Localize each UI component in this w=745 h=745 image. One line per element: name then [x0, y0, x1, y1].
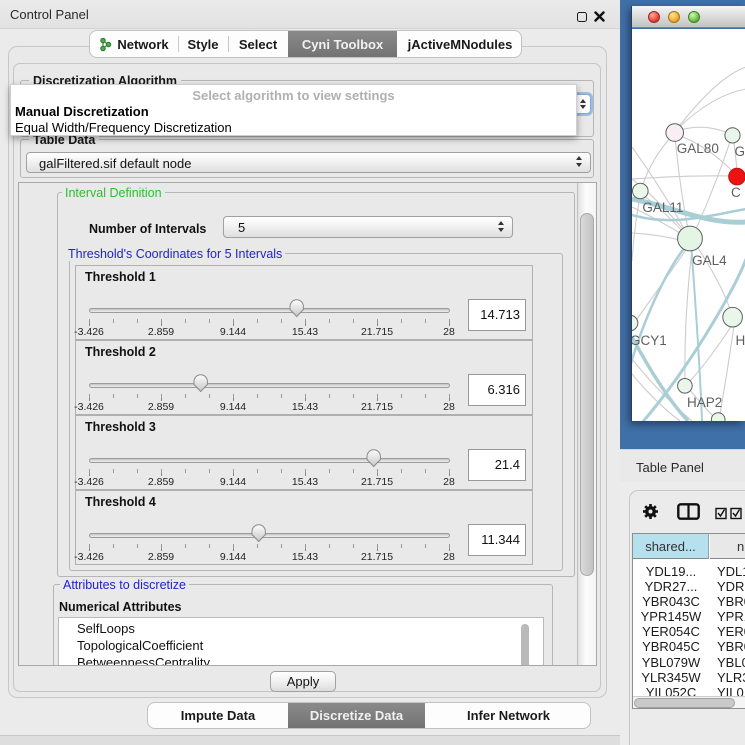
- svg-text:HAP2: HAP2: [687, 395, 722, 410]
- svg-text:GAL80: GAL80: [677, 141, 719, 156]
- svg-text:GAL4: GAL4: [692, 253, 727, 268]
- svg-text:GAL11: GAL11: [642, 200, 683, 215]
- svg-text:GCY1: GCY1: [632, 333, 667, 348]
- svg-text:G.: G.: [735, 144, 745, 159]
- svg-text:C: C: [731, 185, 741, 200]
- svg-text:H: H: [736, 333, 745, 348]
